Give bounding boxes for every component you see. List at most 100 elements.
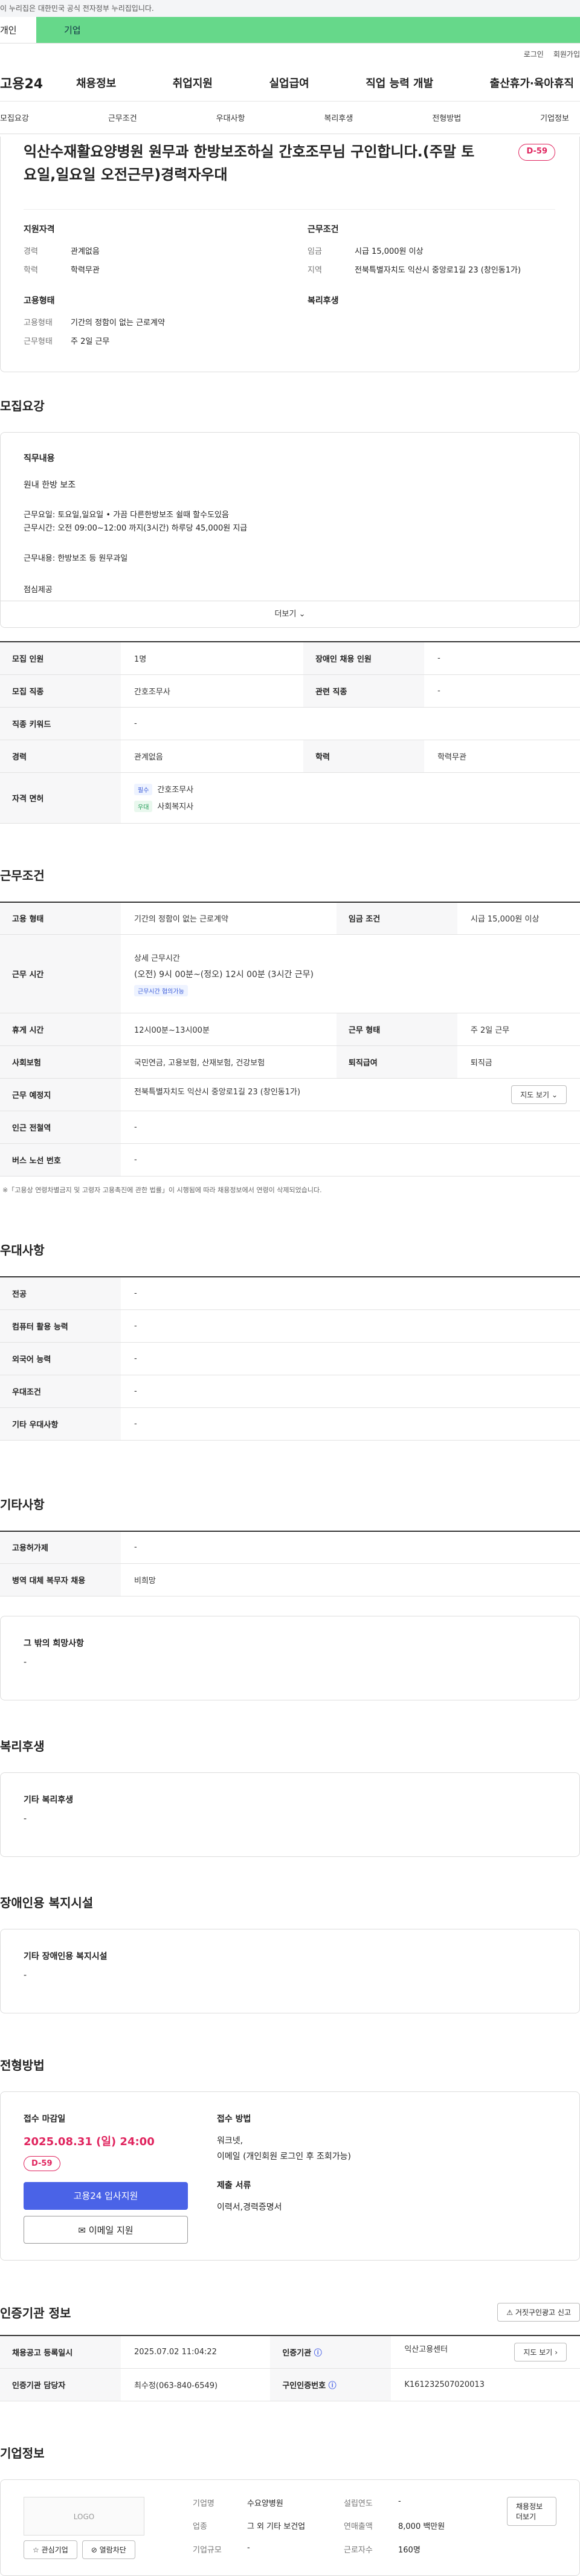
alert-icon: ⚠ xyxy=(506,2308,514,2317)
label-with-info: 구인인증번호 ⓘ xyxy=(270,2368,392,2401)
map-button-label: 지도 보기 xyxy=(523,2348,553,2357)
map-button[interactable]: 지도 보기 ⌄ xyxy=(511,1085,567,1104)
more-label: 더보기 xyxy=(274,610,297,619)
value: 간호조무사 xyxy=(121,674,304,708)
table-row: 기타 우대사항 - xyxy=(0,1407,580,1441)
label: 고용 형태 xyxy=(0,902,121,935)
site-logo[interactable]: 고용24 xyxy=(0,73,76,92)
gnb-leave[interactable]: 출산휴가·육아휴직 xyxy=(490,75,574,91)
table-row: 사회보험 국민연금, 고용보험, 산재보험, 건강보험 퇴직급여 퇴직금 xyxy=(0,1045,580,1079)
value: - xyxy=(121,1531,580,1564)
block-button[interactable]: ⊘ 열람차단 xyxy=(82,2540,135,2559)
apply-card: 접수 마감일 2025.08.31 (일) 24:00 D-59 고용24 입사… xyxy=(0,2091,580,2261)
utility-links: 로그인 회원가입 xyxy=(0,44,580,64)
more-button[interactable]: 더보기 ⌄ xyxy=(1,601,579,627)
anchor-welfare[interactable]: 복리후생 xyxy=(324,112,353,123)
job-title: 익산수재활요양병원 원무과 한방보조하실 간호조무님 구인합니다.(주말 토요일… xyxy=(24,143,475,183)
dday-badge: D-59 xyxy=(24,2156,60,2171)
anchor-company[interactable]: 기업정보 xyxy=(540,112,569,123)
anchor-work[interactable]: 근무조건 xyxy=(108,112,137,123)
map-button[interactable]: 지도 보기 › xyxy=(514,2342,567,2361)
gnb-jobs[interactable]: 채용정보 xyxy=(76,75,116,91)
summary-conditions: 근무조건 임금 시급 15,000원 이상 지역 전북특별자치도 익산시 중앙로1길… xyxy=(308,223,555,282)
login-link[interactable]: 로그인 xyxy=(524,49,544,59)
welfare-value: - xyxy=(24,1814,27,1824)
label: 설립연도 xyxy=(344,2499,373,2508)
apply-button[interactable]: 고용24 입사지원 xyxy=(24,2182,188,2210)
cert-table: 채용공고 등록일시 2025.07.02 11:04:22 인증기관 ⓘ 익산고용… xyxy=(0,2335,580,2401)
table-row: 인근 전철역 - xyxy=(0,1111,580,1144)
summary-emp-title: 고용형태 xyxy=(24,296,55,306)
label: 경력 xyxy=(24,247,38,256)
value: - xyxy=(121,1407,580,1441)
table-row: 근무 예정지 전북특별자치도 익산시 중앙로1길 23 (창인동1가) 지도 보… xyxy=(0,1078,580,1111)
value: 시급 15,000원 이상 xyxy=(457,902,580,935)
label: 근무 예정지 xyxy=(0,1078,121,1111)
label: 컴퓨터 활용 능력 xyxy=(0,1309,121,1343)
label: 구인인증번호 xyxy=(282,2381,326,2390)
value: 전북특별자치도 익산시 중앙로1길 23 (창인동1가) xyxy=(134,1088,301,1097)
value: 최수정(063-840-6549) xyxy=(121,2368,271,2401)
license-list: 필수 간호조무사 우대 사회복지사 xyxy=(121,772,580,824)
gnb-unemployment[interactable]: 실업급여 xyxy=(269,75,309,91)
deadline-value: 2025.08.31 (일) 24:00 xyxy=(24,2135,155,2148)
duty-line: 근무요일: 토요일,일요일 • 가끔 다른한방보조 쉴때 할수도있음 xyxy=(24,511,229,520)
table-row: 전공 - xyxy=(0,1277,580,1310)
location-cell: 전북특별자치도 익산시 중앙로1길 23 (창인동1가) 지도 보기 ⌄ xyxy=(121,1078,580,1111)
wish-card: 그 밖의 희망사항 - xyxy=(0,1616,580,1700)
info-icon[interactable]: ⓘ xyxy=(314,2349,322,2358)
label: 직종 키워드 xyxy=(0,707,121,740)
duty-line xyxy=(24,567,556,583)
summary-employment: 고용형태 고용형태 기간의 정함이 없는 근로계약 근무형태 주 2일 근무 xyxy=(24,294,271,353)
table-row: 채용공고 등록일시 2025.07.02 11:04:22 인증기관 ⓘ 익산고용… xyxy=(0,2336,580,2369)
table-row: 모집 인원 1명 장애인 채용 인원 - xyxy=(0,642,580,675)
value: - xyxy=(121,707,580,740)
table-row: 모집 직종 간호조무사 관련 직종 - xyxy=(0,674,580,708)
section-work-title: 근무조건 xyxy=(0,868,45,883)
time-badge: 근무시간 협의가능 xyxy=(134,984,188,996)
duty-line: 원내 한방 보조 xyxy=(24,480,76,490)
email-apply-button[interactable]: ✉ 이메일 지원 xyxy=(24,2216,188,2244)
value: 12시00분~13시00분 xyxy=(121,1013,337,1046)
label: 우대조건 xyxy=(0,1375,121,1408)
value: - xyxy=(121,1375,580,1408)
label: 학력 xyxy=(24,266,38,275)
cert-header: 인증기관 정보 ⚠ 거짓구인광고 신고 xyxy=(0,2303,580,2322)
disabled-card: 기타 장애인용 복지시설 - xyxy=(0,1929,580,2013)
tab-person[interactable]: 개인 xyxy=(0,17,36,43)
anchor-pref[interactable]: 우대사항 xyxy=(216,112,245,123)
value: 그 외 기타 보건업 xyxy=(247,2522,306,2532)
report-label: 거짓구인광고 신고 xyxy=(515,2308,571,2317)
map-button-label: 지도 보기 xyxy=(520,1091,550,1099)
value: 비희망 xyxy=(121,1563,580,1596)
section-apply-title: 전형방법 xyxy=(0,2058,45,2073)
section-cert-title: 인증기관 정보 xyxy=(0,2306,71,2320)
table-row: 고용허가제 - xyxy=(0,1531,580,1564)
more-jobs-button[interactable]: 채용정보 더보기 xyxy=(507,2496,556,2526)
anchor-recruit[interactable]: 모집요강 xyxy=(0,112,29,123)
section-welfare-title: 복리후생 xyxy=(0,1739,45,1754)
value: 시급 15,000원 이상 xyxy=(355,247,424,256)
join-link[interactable]: 회원가입 xyxy=(553,49,580,59)
value: 2025.07.02 11:04:22 xyxy=(121,2336,271,2369)
tab-company[interactable]: 기업 xyxy=(36,17,580,43)
value: 국민연금, 고용보험, 산재보험, 건강보험 xyxy=(121,1045,337,1079)
label: 휴게 시간 xyxy=(0,1013,121,1046)
label: 퇴직급여 xyxy=(336,1045,457,1079)
value: - xyxy=(121,1342,580,1375)
gnb-training[interactable]: 직업 능력 개발 xyxy=(366,75,433,91)
label: 인증기관 담당자 xyxy=(0,2368,121,2401)
report-button[interactable]: ⚠ 거짓구인광고 신고 xyxy=(497,2303,580,2322)
anchor-apply[interactable]: 전형방법 xyxy=(432,112,461,123)
label: 임금 xyxy=(308,247,322,256)
favorite-button[interactable]: ☆ 관심기업 xyxy=(24,2540,77,2559)
duty-card: 직무내용 원내 한방 보조 근무요일: 토요일,일요일 • 가끔 다른한방보조 … xyxy=(0,432,580,628)
info-icon[interactable]: ⓘ xyxy=(329,2381,337,2390)
table-row: 컴퓨터 활용 능력 - xyxy=(0,1309,580,1343)
star-icon: ☆ xyxy=(33,2545,39,2554)
gnb-employment-support[interactable]: 취업지원 xyxy=(173,75,213,91)
label: 기업명 xyxy=(193,2499,214,2508)
email-apply-label: 이메일 지원 xyxy=(88,2225,134,2236)
global-nav: 고용24 채용정보 취업지원 실업급여 직업 능력 개발 출산휴가·육아휴직 xyxy=(0,64,580,102)
time-value: (오전) 9시 00분~(정오) 12시 00분 (3시간 근무) xyxy=(134,969,314,980)
